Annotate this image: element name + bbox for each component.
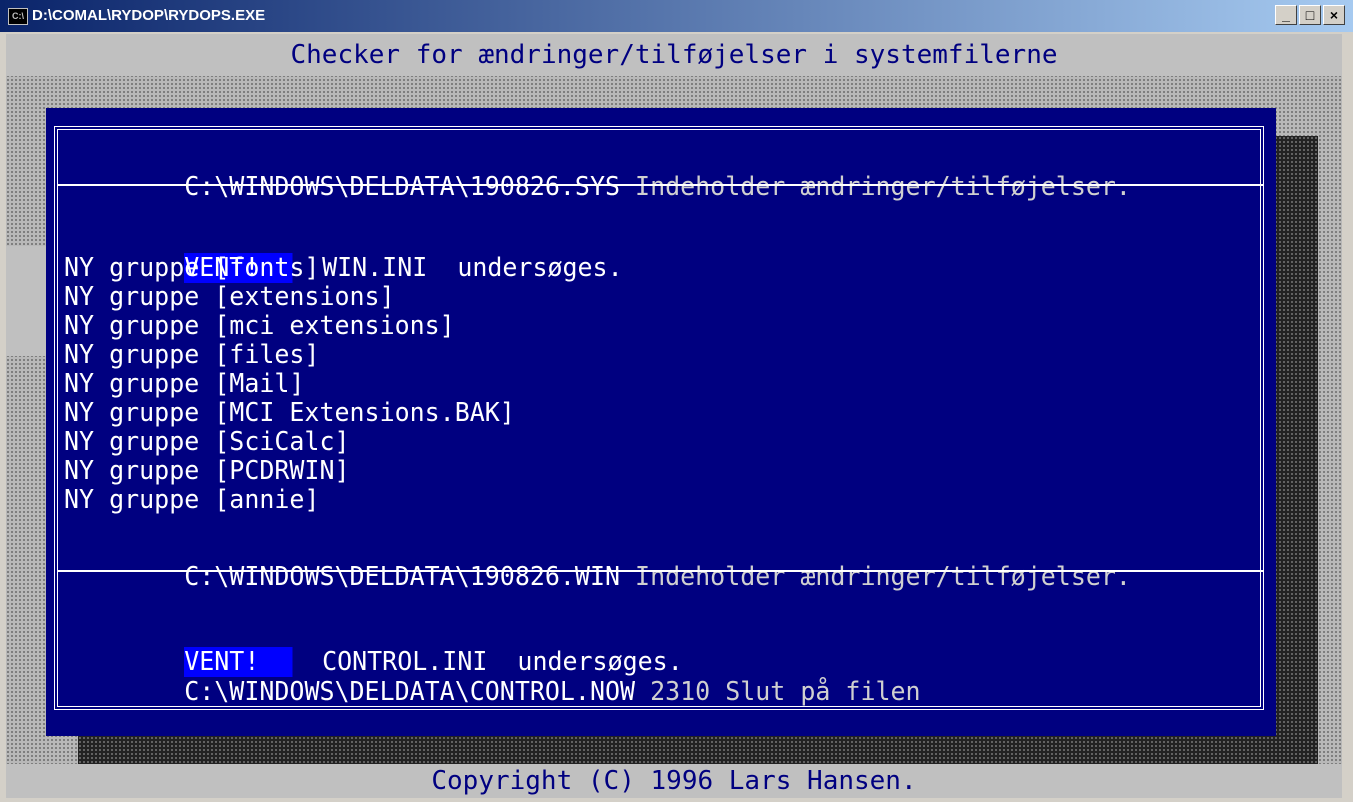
- console-icon[interactable]: C:\: [8, 8, 28, 25]
- console-window: C:\ D:\COMAL\RYDOP\RYDOPS.EXE _ □ × Chec…: [0, 0, 1353, 802]
- close-button[interactable]: ×: [1323, 5, 1345, 25]
- title-bar[interactable]: C:\ D:\COMAL\RYDOP\RYDOPS.EXE _ □ ×: [0, 0, 1353, 32]
- control-result-line: C:\WINDOWS\DELDATA\CONTROL.NOW 2310 Slut…: [64, 647, 921, 737]
- footer-text: Copyright (C) 1996 Lars Hansen.: [6, 764, 1342, 798]
- window-controls: _ □ ×: [1273, 5, 1345, 27]
- win-result-line: C:\WINDOWS\DELDATA\190826.WIN Indeholder…: [64, 532, 1131, 622]
- maximize-button[interactable]: □: [1299, 5, 1321, 25]
- group-line: NY gruppe [annie]: [64, 485, 320, 515]
- background-panel: [6, 246, 46, 356]
- control-file-message: 2310 Slut på filen: [635, 677, 921, 707]
- window-title: D:\COMAL\RYDOP\RYDOPS.EXE: [32, 7, 266, 24]
- win-check-text: WIN.INI undersøges.: [292, 253, 623, 283]
- separator: [58, 570, 1264, 572]
- minimize-button[interactable]: _: [1275, 5, 1297, 25]
- group-line: NY gruppe [fonts]: [64, 253, 320, 283]
- result-dialog: C:\WINDOWS\DELDATA\190826.SYS Indeholder…: [46, 108, 1276, 736]
- console-area[interactable]: Checker for ændringer/tilføjelser i syst…: [6, 34, 1342, 798]
- group-line: NY gruppe [SciCalc]: [64, 427, 350, 457]
- win-file-path: C:\WINDOWS\DELDATA\190826.WIN: [184, 562, 621, 592]
- win-file-message: Indeholder ændringer/tilføjelser.: [620, 562, 1131, 592]
- sys-result-line: C:\WINDOWS\DELDATA\190826.SYS Indeholder…: [64, 142, 1131, 232]
- group-line: NY gruppe [MCI Extensions.BAK]: [64, 398, 515, 428]
- sys-file-path: C:\WINDOWS\DELDATA\190826.SYS: [184, 172, 621, 202]
- sys-file-message: Indeholder ændringer/tilføjelser.: [620, 172, 1131, 202]
- group-line: NY gruppe [extensions]: [64, 282, 395, 312]
- group-line: NY gruppe [Mail]: [64, 369, 305, 399]
- header-text: Checker for ændringer/tilføjelser i syst…: [6, 34, 1342, 76]
- group-line: NY gruppe [mci extensions]: [64, 311, 455, 341]
- group-line: NY gruppe [files]: [64, 340, 320, 370]
- control-file-path: C:\WINDOWS\DELDATA\CONTROL.NOW: [184, 677, 636, 707]
- group-line: NY gruppe [PCDRWIN]: [64, 456, 350, 486]
- separator: [58, 184, 1264, 186]
